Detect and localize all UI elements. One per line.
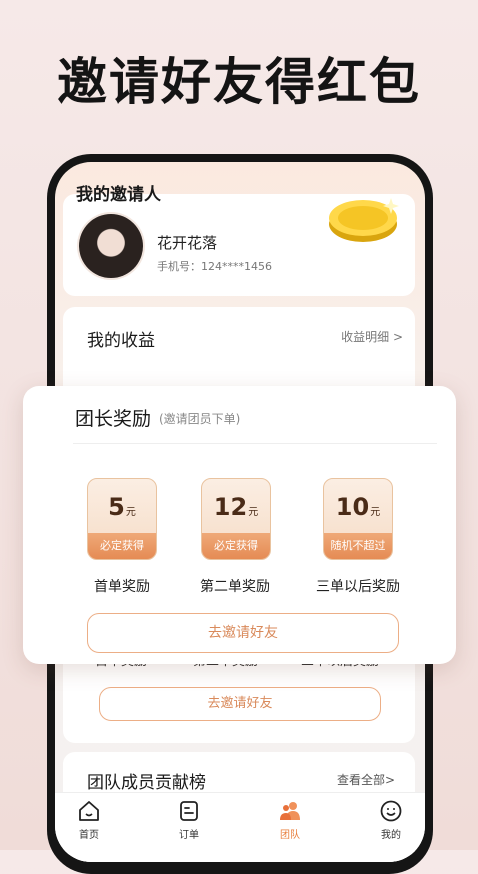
reward-label-third: 三单以后奖励	[316, 579, 400, 595]
reward-label-second: 第二单奖励	[200, 579, 270, 595]
reward-badge-third: 10元 随机不超过	[323, 478, 393, 560]
gold-coin-icon	[329, 198, 399, 242]
tab-profile[interactable]: 我的	[361, 799, 421, 841]
promo-title: 邀请好友得红包	[57, 52, 421, 111]
tab-home-label: 首页	[79, 830, 99, 841]
tab-team[interactable]: 团队	[260, 799, 320, 841]
leader-reward-subtitle: (邀请团员下单)	[159, 412, 241, 426]
leader-reward-title: 团长奖励	[75, 408, 152, 430]
bottom-tabbar: 首页 订单 团队 我的	[55, 792, 425, 862]
tab-profile-label: 我的	[381, 830, 401, 841]
reward-amount: 5元	[108, 493, 136, 521]
reward-amount: 12元	[213, 493, 259, 521]
invite-friends-button[interactable]: 去邀请好友	[87, 613, 399, 653]
order-icon	[180, 801, 198, 821]
ranking-view-all-link[interactable]: 查看全部>	[337, 771, 395, 788]
reward-amount: 10元	[335, 493, 381, 521]
earnings-title: 我的收益	[87, 331, 155, 351]
profile-icon	[380, 800, 402, 822]
ranking-title: 团队成员贡献榜	[87, 773, 206, 793]
reward-badge-second: 12元 必定获得	[201, 478, 271, 560]
tab-orders[interactable]: 订单	[159, 799, 219, 841]
reward-label-first: 首单奖励	[94, 579, 150, 595]
leader-reward-card: 团长奖励 (邀请团员下单) 5元 必定获得 12元 必定获得 10元 随机不超过…	[23, 386, 456, 664]
inviter-name: 花开花落	[157, 234, 218, 252]
reward-tag: 必定获得	[202, 533, 270, 559]
tab-home[interactable]: 首页	[59, 799, 119, 841]
avatar[interactable]	[79, 214, 143, 278]
inviter-phone: 手机号：124****1456	[157, 260, 272, 273]
reward-tag: 随机不超过	[324, 533, 392, 559]
tab-orders-label: 订单	[179, 830, 199, 841]
earnings-invite-button[interactable]: 去邀请好友	[99, 687, 381, 721]
tab-team-label: 团队	[280, 830, 300, 841]
divider	[73, 443, 437, 444]
inviter-section-title: 我的邀请人	[76, 185, 161, 205]
home-icon	[79, 801, 99, 821]
reward-badge-first: 5元 必定获得	[87, 478, 157, 560]
reward-tag: 必定获得	[88, 533, 156, 559]
team-icon	[280, 802, 300, 820]
earnings-detail-link[interactable]: 收益明细 >	[341, 328, 403, 345]
